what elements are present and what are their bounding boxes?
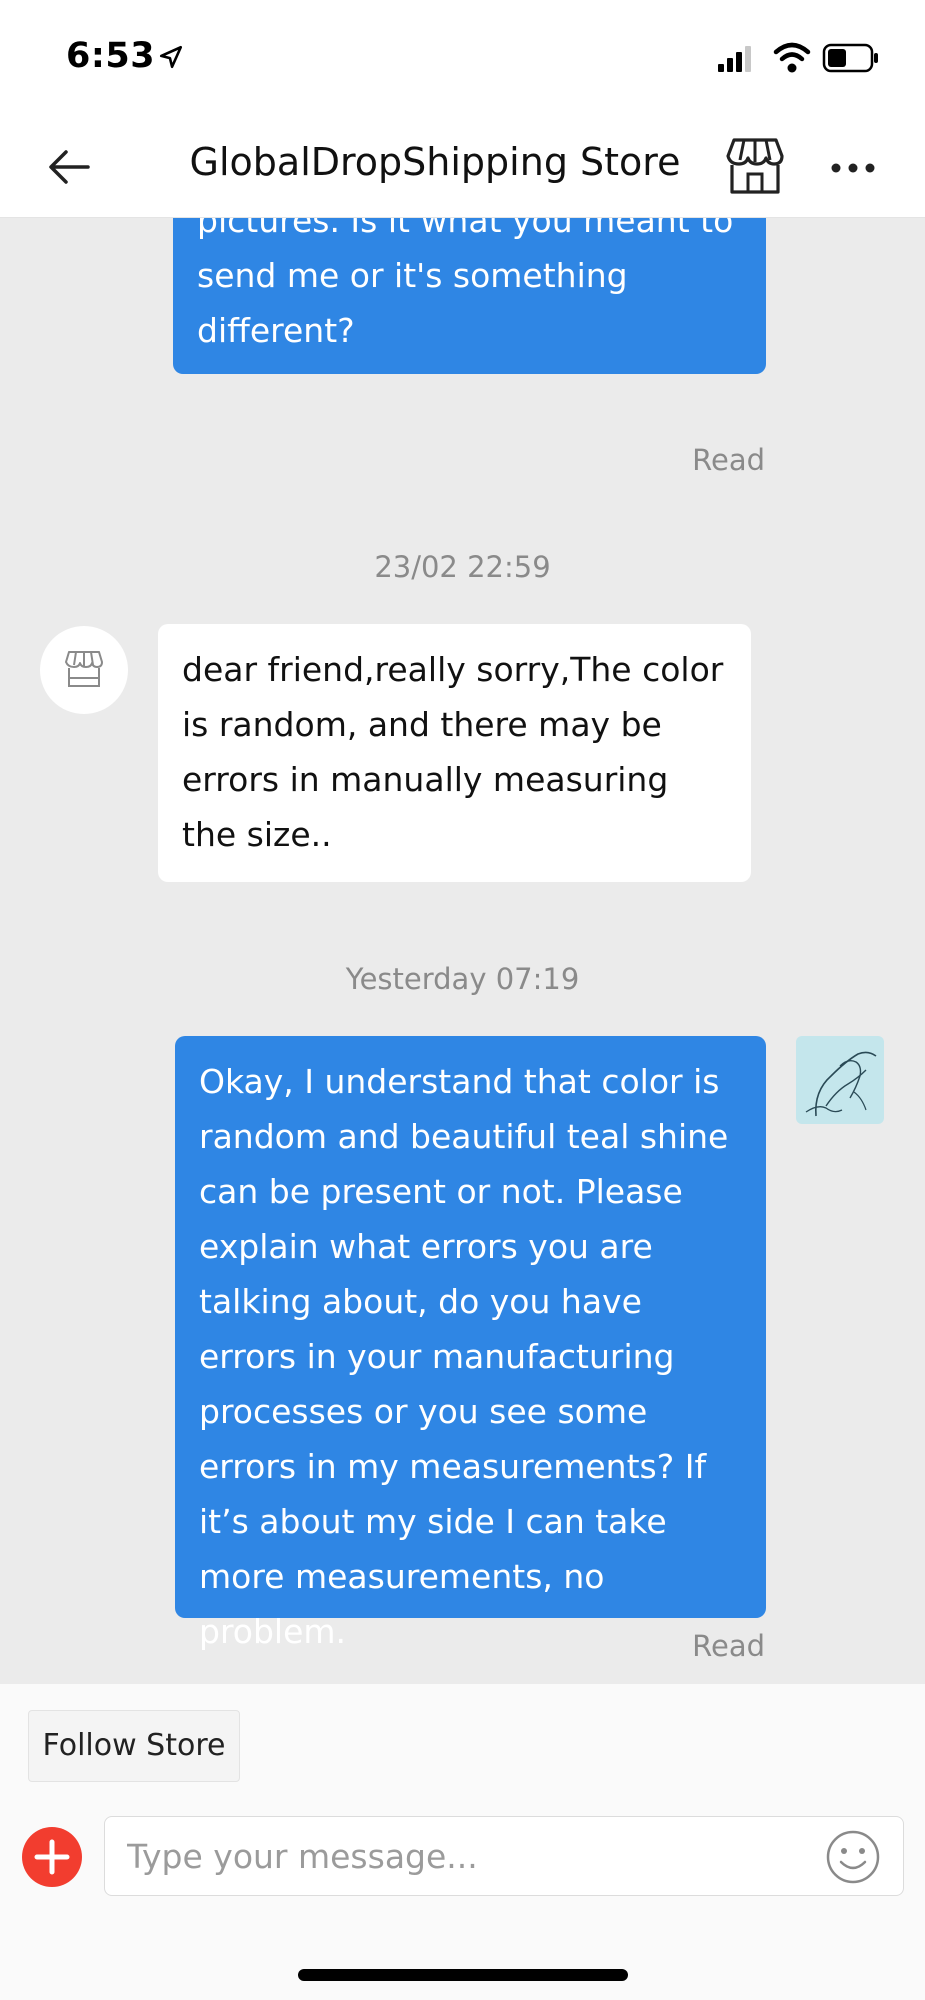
read-status: Read [692, 1629, 765, 1663]
user-avatar[interactable] [796, 1036, 884, 1124]
storefront-icon [65, 651, 103, 687]
more-dots-icon[interactable] [828, 148, 878, 188]
wifi-icon [773, 42, 811, 73]
outgoing-message[interactable]: Okay, I understand that color is random … [175, 1036, 766, 1651]
status-time: 6:53 [66, 36, 156, 76]
composer-area: Follow Store [0, 1684, 925, 2000]
home-indicator[interactable] [298, 1969, 628, 1981]
message-text: shiny teal what you show in the pictures… [197, 218, 734, 350]
incoming-message[interactable]: dear friend,really sorry,The color is ra… [158, 624, 751, 882]
status-bar: 6:53 [0, 0, 925, 118]
message-list[interactable]: shiny teal what you show in the pictures… [0, 218, 925, 1684]
location-arrow-icon [159, 45, 183, 69]
plus-circle-icon[interactable] [22, 1827, 82, 1887]
message-input[interactable] [127, 1825, 807, 1887]
page-title: GlobalDropShipping Store [189, 140, 681, 184]
cellular-signal-icon [718, 46, 751, 72]
chat-header: GlobalDropShipping Store [0, 118, 925, 218]
message-input-box[interactable] [104, 1816, 904, 1896]
read-status: Read [692, 443, 765, 477]
outgoing-message[interactable]: shiny teal what you show in the pictures… [173, 218, 766, 374]
store-avatar[interactable] [40, 626, 128, 714]
follow-store-button[interactable]: Follow Store [28, 1710, 240, 1782]
storefront-icon[interactable] [724, 134, 786, 198]
message-timestamp: Yesterday 07:19 [345, 962, 580, 996]
plus-icon [34, 1839, 70, 1875]
message-timestamp: 23/02 22:59 [374, 550, 551, 584]
battery-icon [822, 43, 878, 73]
smiley-icon[interactable] [825, 1829, 881, 1885]
arrow-left-icon[interactable] [44, 142, 94, 192]
user-avatar-drawing [805, 1051, 877, 1117]
